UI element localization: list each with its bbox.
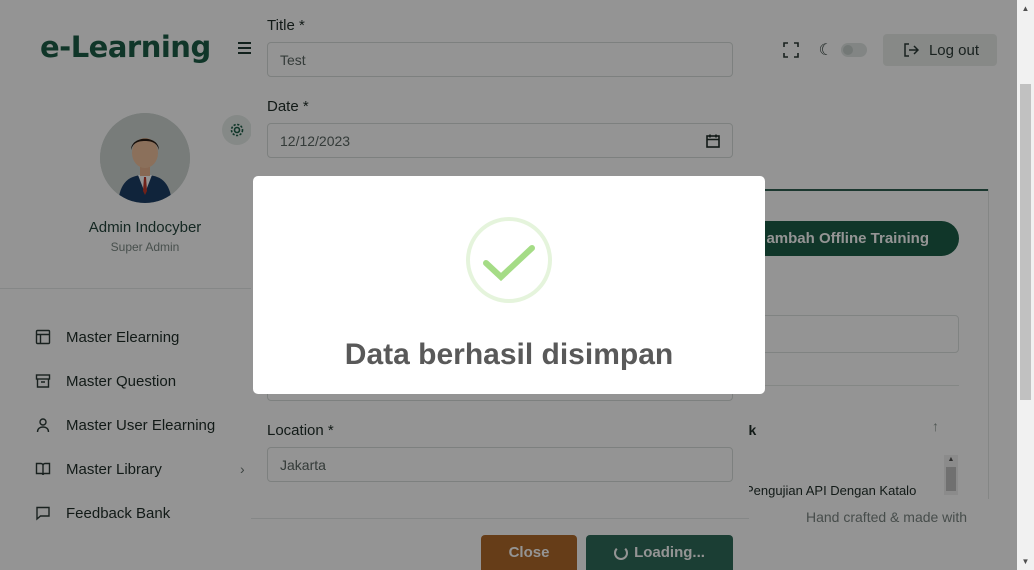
scrollbar-thumb[interactable] bbox=[1020, 84, 1031, 400]
success-alert-dialog: Data berhasil disimpan bbox=[253, 176, 765, 394]
scroll-down-arrow-icon[interactable]: ▼ bbox=[1017, 553, 1034, 570]
page-scrollbar[interactable]: ▲ ▼ bbox=[1017, 0, 1034, 570]
scroll-up-arrow-icon[interactable]: ▲ bbox=[1017, 0, 1034, 17]
alert-title: Data berhasil disimpan bbox=[344, 338, 674, 371]
success-check-icon bbox=[466, 217, 552, 303]
